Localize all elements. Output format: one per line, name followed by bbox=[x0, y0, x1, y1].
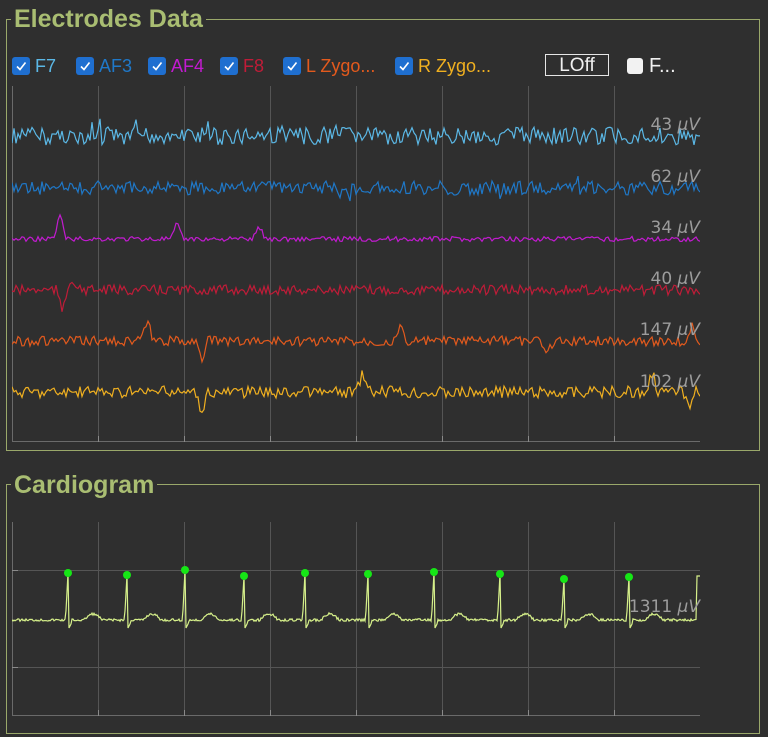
checkbox-checked-icon[interactable] bbox=[283, 57, 301, 75]
checkbox-checked-icon[interactable] bbox=[220, 57, 238, 75]
electrodes-plot-canvas bbox=[12, 86, 700, 442]
channel-toggle-f7[interactable]: F7 bbox=[12, 54, 56, 78]
r-peak-marker bbox=[240, 572, 248, 580]
channel-toggle-l-zygo[interactable]: L Zygo... bbox=[283, 54, 375, 78]
r-peak-marker bbox=[430, 568, 438, 576]
scale-label-af3: 62 μV bbox=[650, 167, 701, 187]
checkbox-checked-icon[interactable] bbox=[76, 57, 94, 75]
scale-label-af4: 34 μV bbox=[650, 218, 701, 238]
electrodes-panel-title: Electrodes Data bbox=[11, 5, 206, 33]
filter-label: F... bbox=[649, 54, 676, 77]
channel-toggle-af4[interactable]: AF4 bbox=[148, 54, 204, 78]
cardiogram-panel-title: Cardiogram bbox=[11, 471, 158, 499]
channel-legend: F7 AF3 AF4 F8 L Zygo... R Zygo... LOff F… bbox=[12, 54, 752, 78]
channel-label-af4: AF4 bbox=[171, 55, 205, 76]
channel-toggle-f8[interactable]: F8 bbox=[220, 54, 264, 78]
checkbox-unchecked-icon[interactable] bbox=[627, 58, 643, 74]
loff-button[interactable]: LOff bbox=[545, 54, 609, 76]
r-peak-marker bbox=[625, 573, 633, 581]
r-peak-marker bbox=[123, 571, 131, 579]
channel-label-r-zygo: R Zygo... bbox=[418, 55, 492, 76]
r-peak-marker bbox=[560, 575, 568, 583]
channel-label-f7: F7 bbox=[35, 55, 57, 76]
filter-toggle[interactable]: F... bbox=[627, 54, 676, 78]
r-peak-marker bbox=[64, 569, 72, 577]
scale-label-cardiogram: 1311 μV bbox=[628, 597, 700, 617]
checkbox-checked-icon[interactable] bbox=[395, 57, 413, 75]
scale-label-f7: 43 μV bbox=[650, 115, 701, 135]
scale-label-f8: 40 μV bbox=[650, 269, 701, 289]
r-peak-marker bbox=[364, 570, 372, 578]
checkbox-checked-icon[interactable] bbox=[148, 57, 166, 75]
scale-label-l-zygo: 147 μV bbox=[639, 320, 700, 340]
scale-label-r-zygo: 102 μV bbox=[639, 372, 700, 392]
cardiogram-plot-canvas bbox=[12, 522, 700, 716]
cardiogram-plot: 1311 μV bbox=[12, 522, 700, 716]
checkbox-checked-icon[interactable] bbox=[12, 57, 30, 75]
channel-label-f8: F8 bbox=[243, 55, 265, 76]
channel-label-af3: AF3 bbox=[99, 55, 133, 76]
channel-toggle-r-zygo[interactable]: R Zygo... bbox=[395, 54, 491, 78]
r-peak-marker bbox=[181, 566, 189, 574]
channel-toggle-af3[interactable]: AF3 bbox=[76, 54, 132, 78]
r-peak-marker bbox=[301, 569, 309, 577]
channel-label-l-zygo: L Zygo... bbox=[306, 55, 376, 76]
r-peak-marker bbox=[496, 570, 504, 578]
electrodes-plot: 43 μV 62 μV 34 μV 40 μV 147 μV 102 μV bbox=[12, 86, 700, 442]
